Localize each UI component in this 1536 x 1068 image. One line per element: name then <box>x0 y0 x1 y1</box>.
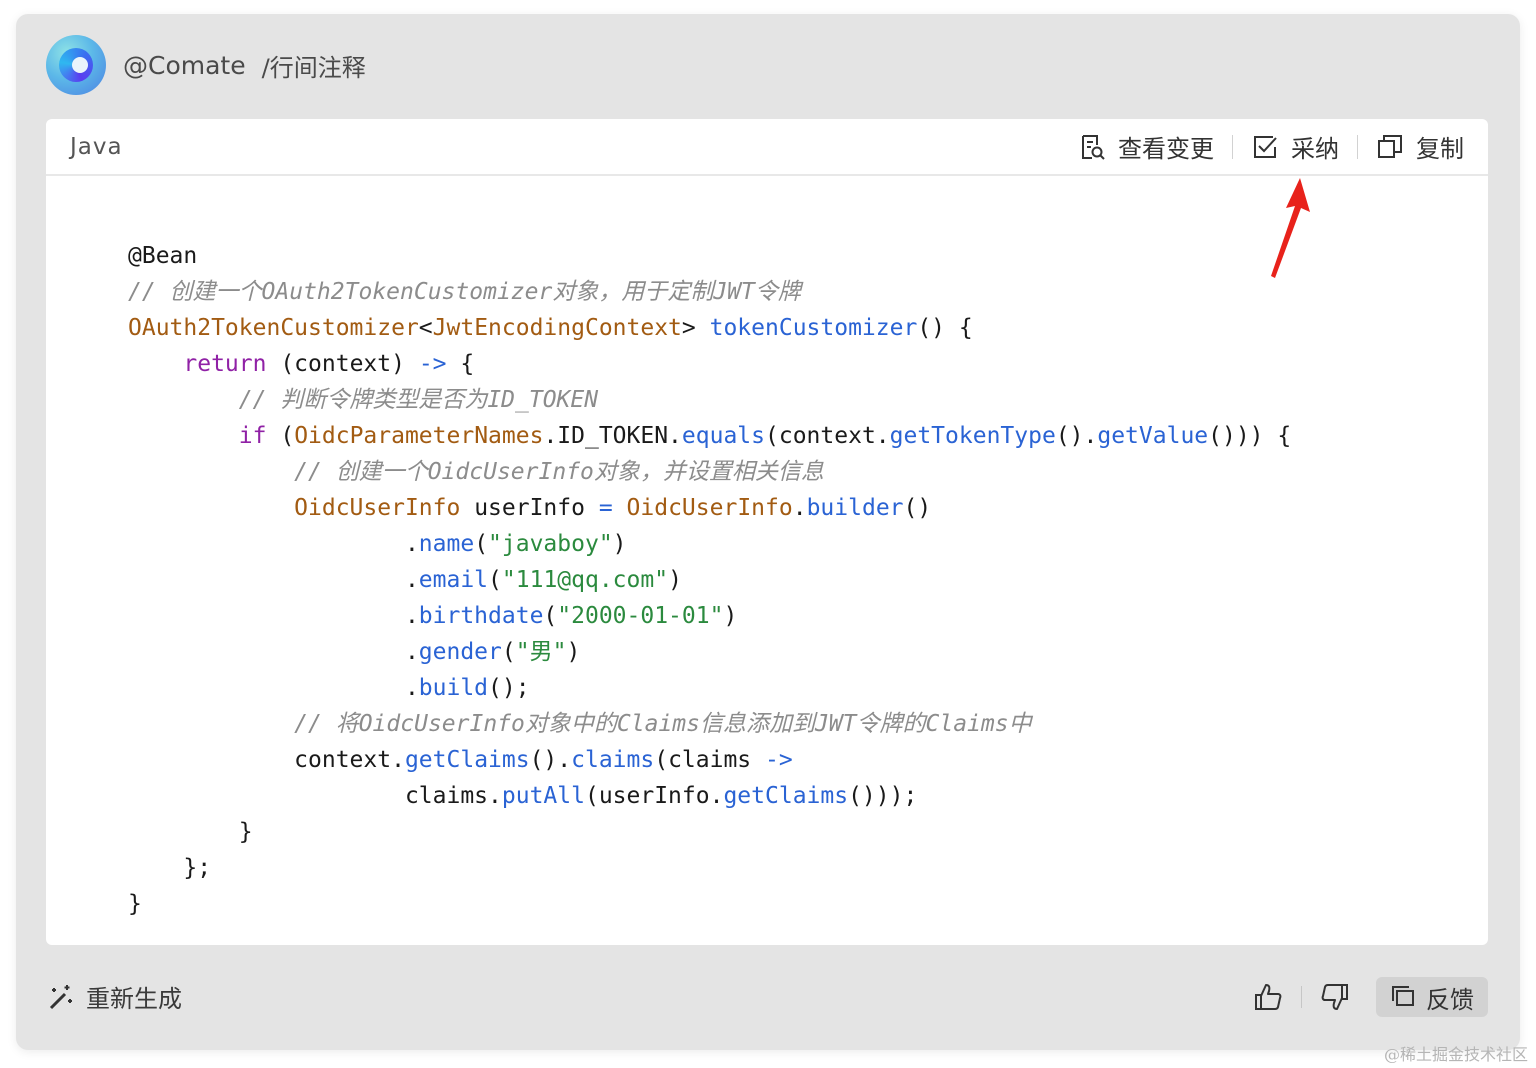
code-line: .build(); <box>128 675 530 701</box>
watermark: @稀土掘金技术社区 <box>1383 1045 1528 1064</box>
feedback-divider <box>1301 986 1302 1008</box>
response-header: @Comate /行间注释 <box>46 34 366 96</box>
code-line: return (context) -> { <box>183 351 475 377</box>
code-line: OidcUserInfo userInfo = OidcUserInfo.bui… <box>294 495 932 521</box>
view-changes-label: 查看变更 <box>1118 135 1214 163</box>
code-line: // 判断令牌类型是否为ID_TOKEN <box>128 387 599 413</box>
command-label: /行间注释 <box>261 53 366 82</box>
regenerate-label: 重新生成 <box>86 985 182 1013</box>
adopt-button[interactable]: 采纳 <box>1251 129 1339 164</box>
code-block-toolbar: Java 查看变更 采纳 复制 <box>46 119 1488 176</box>
thumbs-down-button[interactable] <box>1320 982 1350 1012</box>
comate-avatar <box>46 35 106 95</box>
code-line: // 创建一个OidcUserInfo对象，并设置相关信息 <box>128 459 824 485</box>
code-line: } <box>128 819 253 845</box>
adopt-label: 采纳 <box>1291 135 1339 163</box>
code-line: .email("111@qq.com") <box>128 567 682 593</box>
agent-name: @Comate <box>123 50 246 80</box>
comate-response-card: @Comate /行间注释 Java 查看变更 采纳 复制 @Bean // 创… <box>16 14 1520 1050</box>
action-divider <box>1232 134 1233 159</box>
feedback-label: 反馈 <box>1426 985 1474 1014</box>
copy-label: 复制 <box>1416 135 1464 163</box>
magic-wand-icon <box>49 984 72 1009</box>
action-divider <box>1357 134 1358 159</box>
thumbs-down-icon <box>1321 984 1348 1010</box>
code-line: }; <box>128 855 212 881</box>
code-language: Java <box>70 133 123 160</box>
code-actions: 查看变更 采纳 复制 <box>1078 129 1464 164</box>
feedback-button[interactable]: 反馈 <box>1376 977 1488 1017</box>
code-line: OAuth2TokenCustomizer<JwtEncodingContext… <box>128 315 973 341</box>
view-changes-button[interactable]: 查看变更 <box>1078 129 1214 164</box>
view-changes-icon <box>1082 134 1105 160</box>
thumbs-up-icon <box>1255 984 1282 1010</box>
check-square-icon <box>1254 135 1277 158</box>
code-line: // 创建一个OAuth2TokenCustomizer对象，用于定制JWT令牌 <box>128 279 801 305</box>
code-line: claims.putAll(userInfo.getClaims())); <box>128 783 918 809</box>
code-line: // 将OidcUserInfo对象中的Claims信息添加到JWT令牌的Cla… <box>128 711 1032 737</box>
feedback-actions: 反馈 <box>1253 977 1488 1017</box>
code-line: @Bean <box>128 243 198 269</box>
thumbs-up-button[interactable] <box>1253 982 1283 1012</box>
code-line: .name("javaboy") <box>128 531 627 557</box>
copy-icon <box>1378 134 1402 158</box>
code-line: context.getClaims().claims(claims -> <box>128 747 793 773</box>
code-line: if (OidcParameterNames.ID_TOKEN.equals(c… <box>238 423 1292 449</box>
feedback-icon <box>1392 986 1414 1006</box>
copy-button[interactable]: 复制 <box>1376 129 1464 164</box>
regenerate-button[interactable]: 重新生成 <box>46 979 182 1014</box>
code-line: } <box>128 891 142 917</box>
code-line: .gender("男") <box>128 639 581 665</box>
code-line: .birthdate("2000-01-01") <box>128 603 738 629</box>
red-arrow-annotation <box>1271 178 1310 278</box>
code-content: @Bean // 创建一个OAuth2TokenCustomizer对象，用于定制… <box>128 202 1291 945</box>
